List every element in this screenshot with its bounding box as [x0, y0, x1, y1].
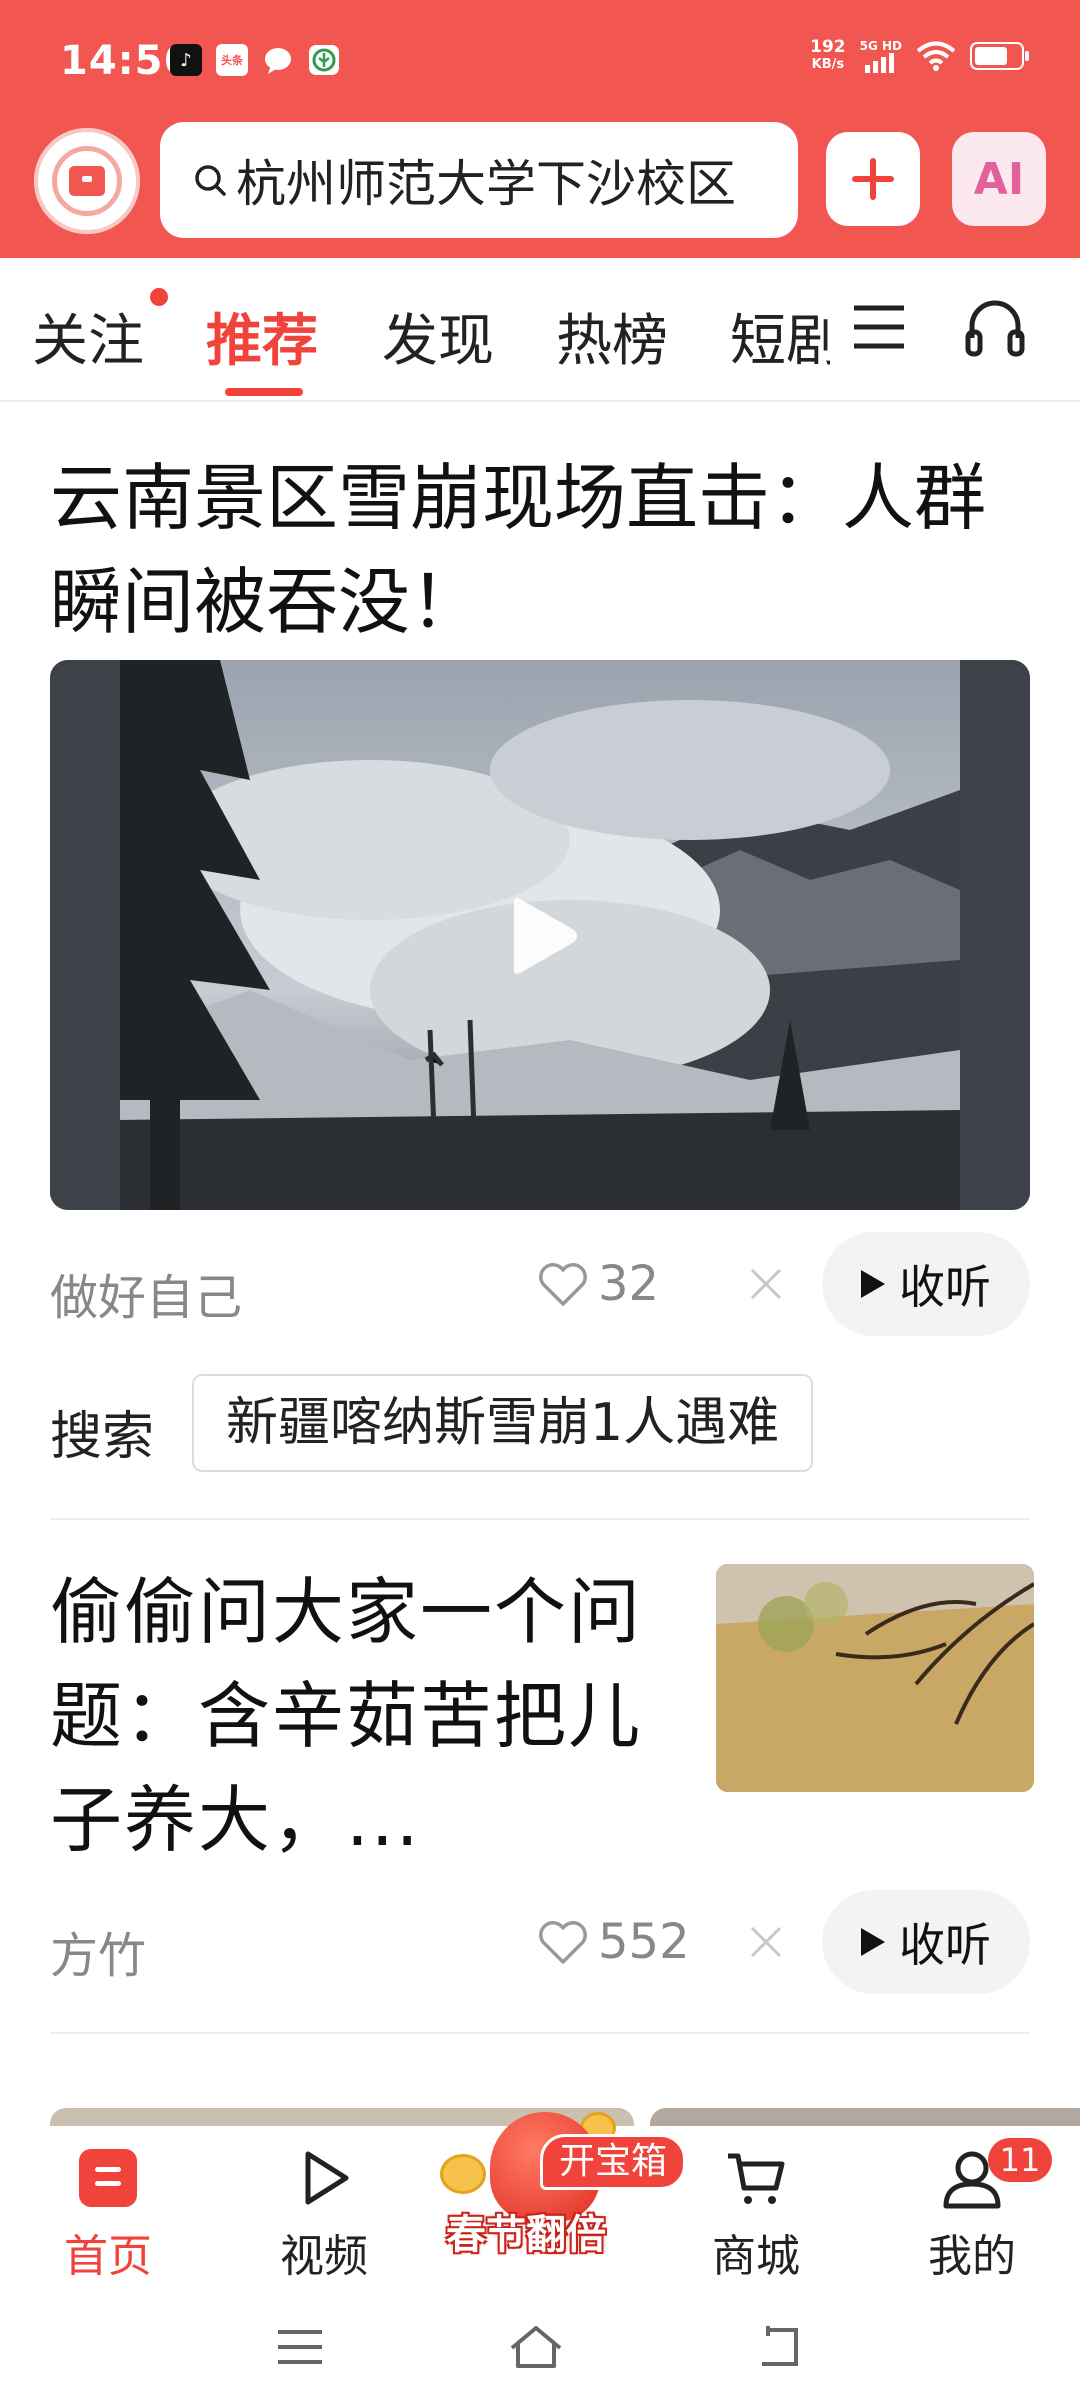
channel-menu-icon[interactable] [850, 298, 908, 356]
gold-coin-icon [440, 2154, 486, 2194]
article-meta-row-2: 方竹 552 收听 [50, 1890, 1030, 1994]
video-thumbnail[interactable] [50, 660, 1030, 1210]
nav-mall[interactable]: 商城 [686, 2146, 826, 2284]
status-bar: 14:56 ♪ 头条 192 KB/s 5G HD [0, 0, 1080, 110]
plus-icon [852, 158, 894, 200]
play-small-icon [861, 1928, 885, 1956]
author-name-2[interactable]: 方竹 [50, 1916, 146, 1986]
chat-icon [262, 44, 294, 76]
related-search-label: 搜索 [50, 1407, 155, 1467]
toutiao-icon: 头条 [216, 44, 248, 76]
tab-short-drama[interactable]: 短剧 [730, 296, 830, 366]
video-play-icon [305, 2151, 349, 2205]
tab-follow[interactable]: 关注 [32, 296, 144, 377]
app-header: 14:56 ♪ 头条 192 KB/s 5G HD 杭州师范大学下沙校区 AI [0, 0, 1080, 258]
article-meta-row: 做好自己 32 收听 [50, 1232, 1030, 1336]
tiktok-icon: ♪ [170, 44, 202, 76]
toutiao-logo-icon [52, 146, 122, 216]
channel-tabs: 关注 推荐 发现 热榜 短剧 [0, 258, 1080, 402]
listen-button-2[interactable]: 收听 [822, 1890, 1030, 1994]
cart-icon [728, 2153, 785, 2204]
battery-icon [970, 42, 1029, 70]
like-count-2[interactable]: 552 [536, 1914, 690, 1970]
home-icon [79, 2149, 137, 2207]
notification-badge: 11 [988, 2138, 1052, 2182]
ai-label: AI [973, 153, 1025, 205]
feed-divider-2 [50, 2032, 1030, 2034]
publish-button[interactable] [826, 132, 920, 226]
menu-icon[interactable] [272, 2322, 328, 2372]
tab-hot-list[interactable]: 热榜 [556, 296, 668, 377]
article-title-2[interactable]: 偷偷问大家一个问题：含辛茹苦把儿子养大，... [50, 1560, 650, 1872]
play-icon[interactable] [508, 896, 580, 976]
network-speed: 192 KB/s [810, 37, 846, 72]
system-navigation-bar [0, 2286, 1080, 2408]
article-title[interactable]: 云南景区雪崩现场直击：人群瞬间被吞没！ [50, 446, 1030, 654]
spring-festival-promo[interactable]: 开宝箱 春节翻倍 [430, 2104, 690, 2274]
nav-home[interactable]: 首页 [38, 2146, 178, 2284]
leaf-icon [308, 44, 340, 76]
status-app-icons: ♪ 头条 [170, 44, 340, 76]
listen-button[interactable]: 收听 [822, 1232, 1030, 1336]
promo-title: 春节翻倍 [446, 2212, 606, 2258]
search-query-text: 杭州师范大学下沙校区 [236, 155, 736, 213]
dismiss-icon[interactable] [746, 1264, 786, 1304]
nav-video[interactable]: 视频 [254, 2146, 394, 2284]
dismiss-icon[interactable] [746, 1922, 786, 1962]
headphone-icon[interactable] [962, 294, 1028, 360]
home-outline-icon[interactable] [508, 2322, 564, 2372]
back-icon[interactable] [750, 2322, 806, 2372]
active-tab-indicator [225, 388, 303, 396]
tab-recommend[interactable]: 推荐 [206, 296, 318, 377]
article-thumbnail-2[interactable] [716, 1564, 1034, 1792]
search-icon [195, 165, 226, 196]
like-count[interactable]: 32 [536, 1256, 659, 1312]
feed-divider [50, 1518, 1030, 1520]
heart-icon [539, 1921, 587, 1964]
status-right: 192 KB/s 5G HD [810, 37, 1029, 74]
open-treasure-tag: 开宝箱 [540, 2134, 687, 2190]
search-bar[interactable]: 杭州师范大学下沙校区 [160, 122, 798, 238]
heart-icon [539, 1263, 587, 1306]
app-logo-button[interactable] [34, 128, 140, 234]
wifi-icon [916, 41, 956, 71]
ai-button[interactable]: AI [952, 132, 1046, 226]
tree-wall-image [716, 1564, 1034, 1792]
author-name[interactable]: 做好自己 [50, 1258, 242, 1328]
new-content-dot [150, 288, 168, 306]
tab-discover[interactable]: 发现 [382, 296, 494, 377]
play-small-icon [861, 1270, 885, 1298]
related-search-chip[interactable]: 新疆喀纳斯雪崩1人遇难 [192, 1374, 814, 1472]
signal-icon: 5G HD [860, 39, 902, 73]
